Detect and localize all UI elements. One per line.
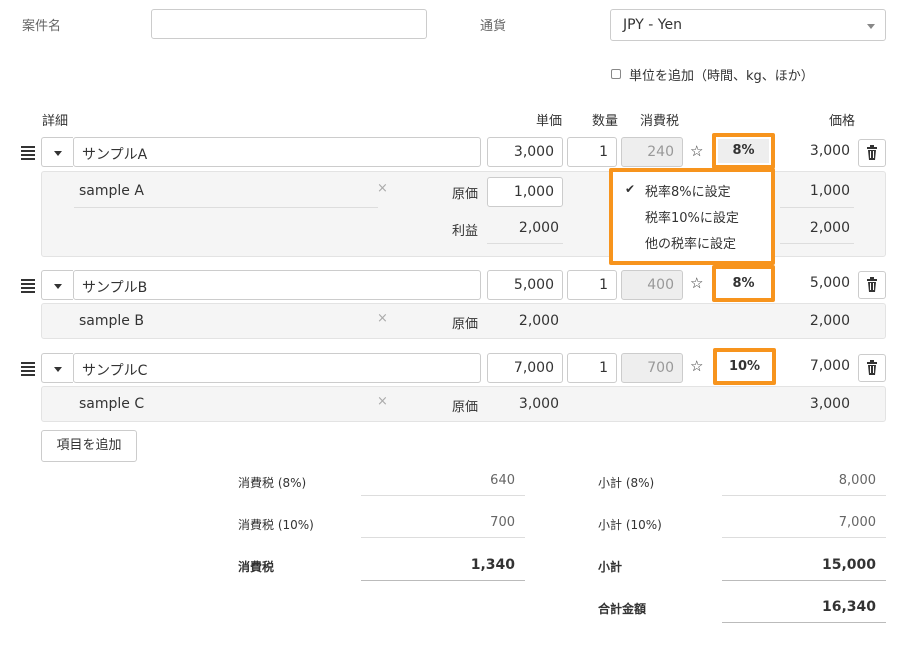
trash-icon[interactable]	[858, 271, 886, 299]
unit-price-input[interactable]: 3,000	[487, 137, 563, 167]
drag-handle-icon[interactable]	[21, 146, 35, 162]
sub-desc[interactable]: sample C	[79, 396, 144, 412]
col-unit-price: 単価	[536, 114, 563, 129]
divider	[722, 537, 886, 538]
item-name: サンプルB	[82, 280, 148, 296]
subtotal-value: 15,000	[821, 557, 876, 573]
item-price: 7,000	[809, 358, 850, 374]
drag-handle-icon[interactable]	[21, 279, 35, 295]
tax8-value: 640	[490, 473, 515, 488]
trash-icon[interactable]	[858, 354, 886, 382]
quantity-input[interactable]: 1	[567, 270, 617, 300]
currency-select[interactable]: JPY - Yen	[610, 9, 886, 41]
check-icon: ✔	[625, 182, 636, 196]
item-price: 3,000	[809, 143, 850, 159]
tax-total-value: 1,340	[470, 557, 515, 573]
cost-label: 原価	[452, 400, 479, 415]
col-detail: 詳細	[42, 114, 69, 129]
tax-rate-button[interactable]: 8%	[712, 133, 775, 169]
item-name: サンプルA	[82, 147, 148, 163]
item-menu-button[interactable]	[41, 353, 73, 383]
tax-amount: 400	[621, 270, 683, 300]
trash-icon[interactable]	[858, 139, 886, 167]
subtotal10-value: 7,000	[838, 515, 876, 530]
tax-total-label: 消費税	[238, 560, 275, 574]
divider	[361, 495, 525, 496]
chevron-down-icon	[867, 24, 875, 29]
clear-icon[interactable]: ×	[377, 394, 388, 409]
col-quantity: 数量	[592, 114, 619, 129]
divider	[722, 622, 886, 623]
currency-value: JPY - Yen	[623, 17, 682, 33]
cost-price: 2,000	[809, 313, 850, 329]
tax-rate-value: 10%	[719, 354, 770, 379]
subtotal8-label: 小計 (8%)	[598, 476, 655, 490]
cost-input[interactable]: 1,000	[487, 177, 563, 207]
item-price: 5,000	[809, 275, 850, 291]
tax10-value: 700	[490, 515, 515, 530]
divider	[780, 243, 854, 244]
quantity-input[interactable]: 1	[567, 137, 617, 167]
tax-rate-value: 8%	[718, 139, 769, 163]
divider	[780, 207, 854, 208]
item-name-input[interactable]: サンプルB	[73, 270, 481, 300]
star-icon[interactable]: ☆	[690, 357, 703, 375]
tax-amount: 700	[621, 353, 683, 383]
add-item-button[interactable]: 項目を追加	[41, 430, 137, 462]
cost-price: 1,000	[809, 183, 850, 199]
cost-value: 2,000	[518, 313, 559, 329]
menu-item-tax-other[interactable]: 他の税率に設定	[645, 233, 736, 252]
tax-rate-menu: ✔ 税率8%に設定 税率10%に設定 他の税率に設定	[609, 168, 775, 265]
star-icon[interactable]: ☆	[690, 274, 703, 292]
sub-desc[interactable]: sample B	[79, 313, 144, 329]
unit-checkbox[interactable]	[611, 69, 621, 79]
cost-label: 原価	[452, 317, 479, 332]
item-name-input[interactable]: サンプルA	[73, 137, 481, 167]
unit-price-input[interactable]: 7,000	[487, 353, 563, 383]
star-icon[interactable]: ☆	[690, 142, 703, 160]
sub-desc[interactable]: sample A	[79, 183, 144, 199]
clear-icon[interactable]: ×	[377, 311, 388, 326]
divider	[722, 495, 886, 496]
tax-rate-button[interactable]: 8%	[712, 265, 775, 302]
divider	[361, 537, 525, 538]
drag-handle-icon[interactable]	[21, 362, 35, 378]
item-name-input[interactable]: サンプルC	[73, 353, 481, 383]
col-price: 価格	[829, 114, 856, 129]
divider	[722, 580, 886, 581]
item-menu-button[interactable]	[41, 270, 73, 300]
tax8-label: 消費税 (8%)	[238, 476, 307, 490]
cost-label: 原価	[452, 187, 479, 202]
tax10-label: 消費税 (10%)	[238, 518, 314, 532]
quantity-input[interactable]: 1	[567, 353, 617, 383]
cost-price: 3,000	[809, 396, 850, 412]
grand-total-label: 合計金額	[598, 602, 647, 616]
tax-amount: 240	[621, 137, 683, 167]
grand-total-value: 16,340	[821, 599, 876, 615]
divider	[361, 580, 525, 581]
profit-price: 2,000	[809, 220, 850, 236]
clear-icon[interactable]: ×	[377, 181, 388, 196]
menu-item-tax8[interactable]: 税率8%に設定	[645, 181, 731, 200]
unit-price-input[interactable]: 5,000	[487, 270, 563, 300]
divider	[74, 207, 378, 208]
subtotal10-label: 小計 (10%)	[598, 518, 662, 532]
project-name-label: 案件名	[22, 19, 62, 34]
subtotal-label: 小計	[598, 560, 623, 574]
cost-value: 3,000	[518, 396, 559, 412]
menu-item-tax10[interactable]: 税率10%に設定	[645, 207, 739, 226]
tax-rate-value: 8%	[718, 271, 769, 296]
project-name-input[interactable]	[151, 9, 427, 39]
divider	[487, 243, 563, 244]
item-menu-button[interactable]	[41, 137, 73, 167]
subtotal8-value: 8,000	[838, 473, 876, 488]
unit-checkbox-label: 単位を追加（時間、kg、ほか）	[629, 69, 814, 84]
profit-value: 2,000	[518, 220, 559, 236]
currency-label: 通貨	[480, 19, 507, 34]
tax-rate-button[interactable]: 10%	[713, 348, 776, 385]
item-name: サンプルC	[82, 363, 148, 379]
col-tax: 消費税	[640, 114, 680, 129]
profit-label: 利益	[452, 224, 479, 239]
